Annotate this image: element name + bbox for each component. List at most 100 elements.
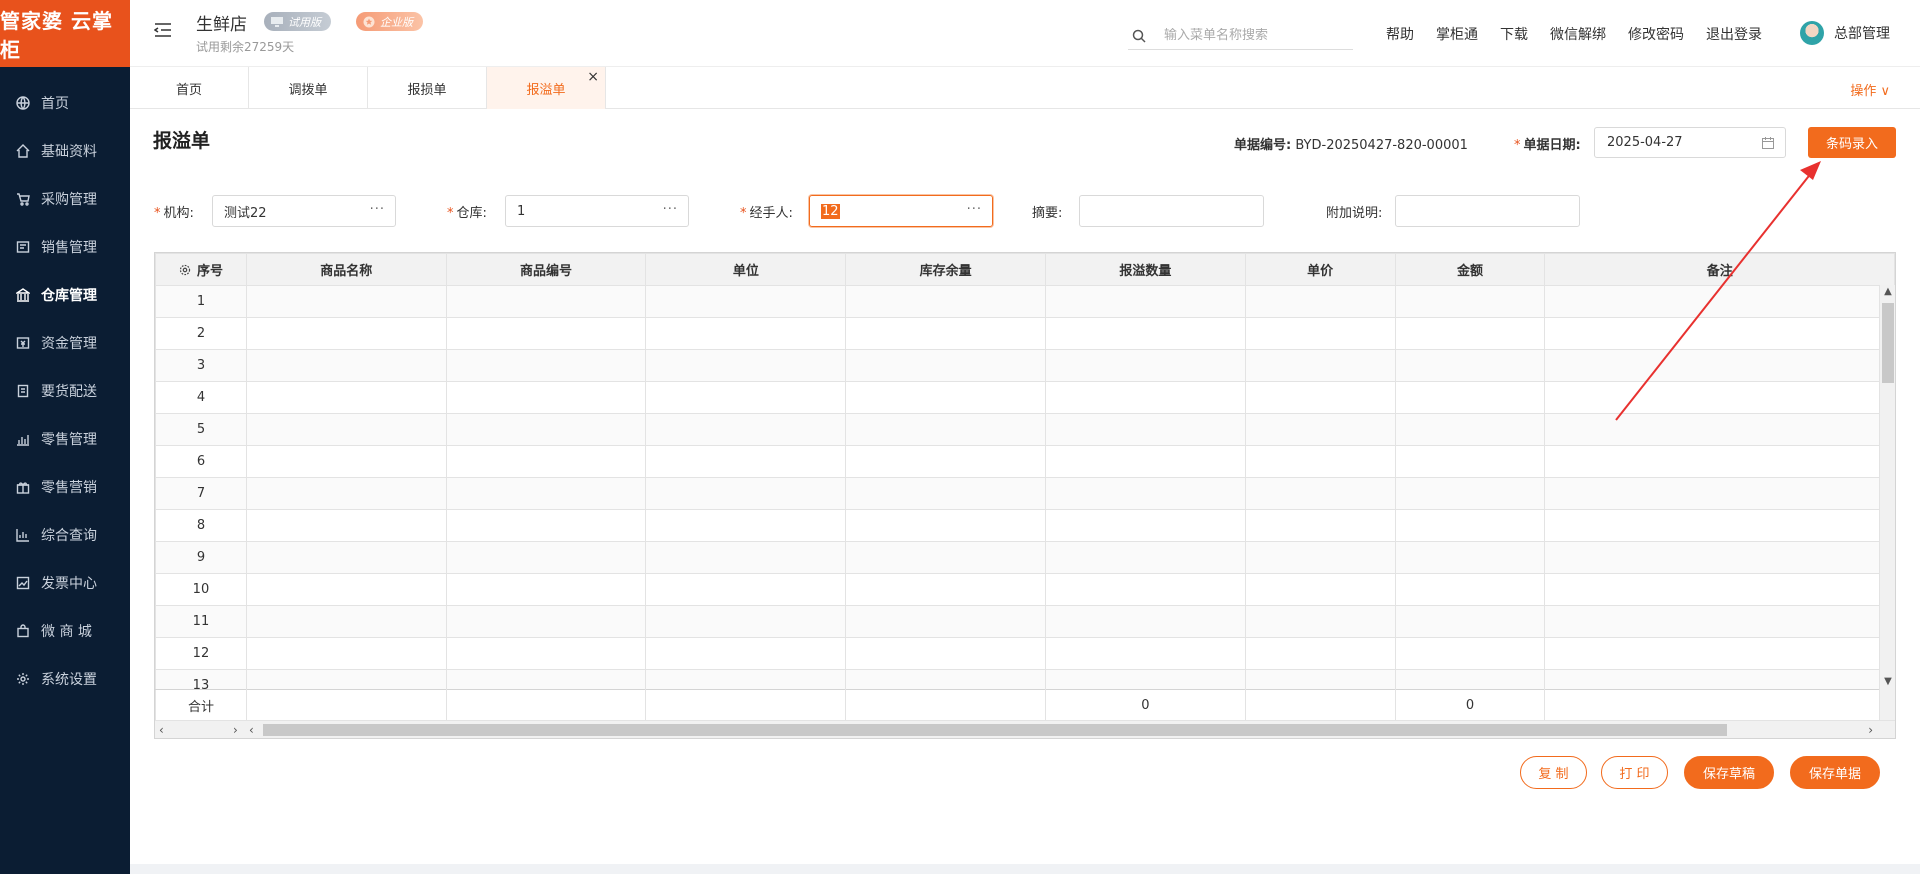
table-cell[interactable]	[1394, 349, 1546, 382]
scroll-right-icon[interactable]: ›	[233, 721, 238, 738]
table-cell[interactable]	[1544, 573, 1895, 606]
doc-date-picker[interactable]: 2025-04-27	[1594, 127, 1786, 158]
table-cell[interactable]	[1544, 541, 1895, 574]
scroll-thumb[interactable]	[1882, 303, 1894, 383]
handler-field[interactable]: 12 ···	[809, 195, 993, 227]
table-cell[interactable]	[245, 605, 447, 638]
sidebar-item-settings[interactable]: 系统设置	[0, 655, 130, 703]
scroll-left-icon[interactable]: ‹	[159, 721, 164, 738]
sidebar-item-warehouse[interactable]: 仓库管理	[0, 271, 130, 319]
table-cell[interactable]	[1544, 637, 1895, 670]
sidebar-item-marketing[interactable]: 零售营销	[0, 463, 130, 511]
table-row[interactable]: 9	[155, 541, 1895, 574]
table-cell[interactable]	[1044, 381, 1246, 414]
table-cell[interactable]	[845, 413, 1046, 446]
table-cell[interactable]	[1044, 349, 1246, 382]
column-header-amount[interactable]: 金额	[1394, 253, 1546, 286]
sidebar-item-retail[interactable]: 零售管理	[0, 415, 130, 463]
warehouse-field[interactable]: 1 ···	[505, 195, 689, 227]
table-cell[interactable]	[845, 349, 1046, 382]
table-row[interactable]: 2	[155, 317, 1895, 350]
sidebar-item-delivery[interactable]: 要货配送	[0, 367, 130, 415]
column-header-index[interactable]: 序号	[155, 253, 247, 286]
vertical-scrollbar[interactable]: ▲ ▼	[1879, 285, 1895, 689]
table-cell[interactable]	[1394, 477, 1546, 510]
table-cell[interactable]	[445, 349, 647, 382]
horizontal-scrollbar[interactable]: ‹ › ‹ ›	[155, 720, 1895, 738]
tab-loss[interactable]: 报损单	[368, 67, 487, 109]
column-header-price[interactable]: 单价	[1244, 253, 1396, 286]
more-icon[interactable]: ···	[967, 202, 982, 217]
table-cell[interactable]	[645, 605, 847, 638]
table-cell[interactable]	[445, 573, 647, 606]
table-row[interactable]: 3	[155, 349, 1895, 382]
table-cell[interactable]	[845, 477, 1046, 510]
table-cell[interactable]	[1044, 285, 1246, 318]
table-cell[interactable]	[1394, 541, 1546, 574]
column-header-code[interactable]: 商品编号	[445, 253, 647, 286]
table-cell[interactable]	[1044, 317, 1246, 350]
tab-transfer[interactable]: 调拨单	[249, 67, 368, 109]
sidebar-item-basic-data[interactable]: 基础资料	[0, 127, 130, 175]
user-menu[interactable]: 总部管理	[1800, 21, 1890, 45]
table-cell[interactable]	[245, 381, 447, 414]
table-row[interactable]: 11	[155, 605, 1895, 638]
scroll-thumb[interactable]	[263, 724, 1727, 736]
table-cell[interactable]	[245, 509, 447, 542]
table-cell[interactable]	[245, 477, 447, 510]
org-field[interactable]: 测试22 ···	[212, 195, 396, 227]
table-cell[interactable]	[1544, 477, 1895, 510]
table-cell[interactable]	[1394, 285, 1546, 318]
table-cell[interactable]	[645, 349, 847, 382]
table-cell[interactable]	[1394, 413, 1546, 446]
table-row[interactable]: 6	[155, 445, 1895, 478]
save-document-button[interactable]: 保存单据	[1790, 756, 1880, 789]
table-cell[interactable]	[845, 381, 1046, 414]
footer-scrollbar[interactable]	[1879, 689, 1895, 721]
sidebar-item-invoice[interactable]: 发票中心	[0, 559, 130, 607]
table-cell[interactable]	[1394, 605, 1546, 638]
table-cell[interactable]	[845, 573, 1046, 606]
sidebar-item-home[interactable]: 首页	[0, 79, 130, 127]
logout-link[interactable]: 退出登录	[1706, 24, 1762, 44]
table-cell[interactable]	[1044, 637, 1246, 670]
save-draft-button[interactable]: 保存草稿	[1684, 756, 1774, 789]
brand-logo[interactable]: 管家婆 云掌柜	[0, 0, 130, 67]
table-row[interactable]: 1	[155, 285, 1895, 318]
table-cell[interactable]	[1544, 605, 1895, 638]
table-cell[interactable]	[1244, 285, 1396, 318]
search-icon[interactable]	[1132, 29, 1146, 43]
table-cell[interactable]	[1394, 509, 1546, 542]
print-button[interactable]: 打 印	[1601, 756, 1668, 789]
table-cell[interactable]	[1244, 349, 1396, 382]
table-cell[interactable]	[845, 317, 1046, 350]
operations-dropdown[interactable]: 操作 ∨	[1850, 80, 1890, 99]
table-cell[interactable]	[1394, 637, 1546, 670]
scroll-down-icon[interactable]: ▼	[1880, 675, 1895, 689]
table-cell[interactable]	[245, 445, 447, 478]
table-cell[interactable]	[645, 573, 847, 606]
column-header-stock[interactable]: 库存余量	[845, 253, 1046, 286]
table-cell[interactable]	[245, 285, 447, 318]
tab-home[interactable]: 首页	[130, 67, 249, 109]
wechat-unbind-link[interactable]: 微信解绑	[1550, 24, 1606, 44]
table-cell[interactable]	[445, 445, 647, 478]
table-cell[interactable]	[1544, 349, 1895, 382]
table-cell[interactable]	[1544, 413, 1895, 446]
table-cell[interactable]	[645, 381, 847, 414]
table-cell[interactable]	[1044, 573, 1246, 606]
column-header-remark[interactable]: 备注	[1544, 253, 1895, 286]
sidebar-item-funds[interactable]: 资金管理	[0, 319, 130, 367]
table-row[interactable]: 4	[155, 381, 1895, 414]
table-cell[interactable]	[1244, 317, 1396, 350]
table-cell[interactable]	[1044, 605, 1246, 638]
table-cell[interactable]	[1044, 477, 1246, 510]
gear-icon[interactable]	[179, 264, 191, 276]
table-cell[interactable]	[245, 541, 447, 574]
table-cell[interactable]	[645, 413, 847, 446]
table-cell[interactable]	[845, 509, 1046, 542]
table-cell[interactable]	[845, 285, 1046, 318]
table-cell[interactable]	[445, 541, 647, 574]
table-cell[interactable]	[645, 317, 847, 350]
table-cell[interactable]	[1244, 381, 1396, 414]
